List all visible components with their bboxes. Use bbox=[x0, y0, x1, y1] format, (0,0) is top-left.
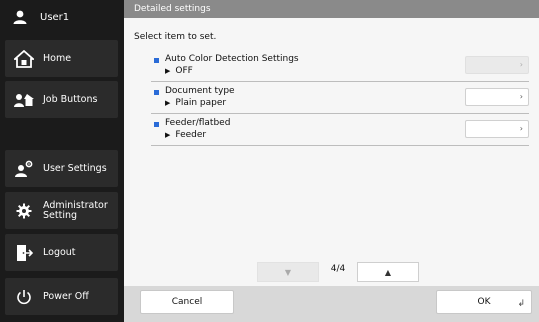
chevron-right-icon: › bbox=[519, 92, 523, 101]
user-icon bbox=[12, 9, 28, 25]
auto-color-detection-select-button[interactable]: › bbox=[465, 56, 529, 74]
item-value: ▶ Plain paper bbox=[165, 98, 226, 108]
instruction-text: Select item to set. bbox=[134, 32, 217, 42]
play-triangle-icon: ▶ bbox=[165, 99, 171, 107]
main-panel: Detailed settings Select item to set. Au… bbox=[124, 0, 539, 322]
cancel-button-label: Cancel bbox=[171, 297, 203, 307]
list-item-feeder-flatbed: Feeder/flatbed ▶ Feeder › bbox=[151, 116, 529, 146]
sidebar-item-label: Logout bbox=[43, 246, 76, 258]
sidebar-item-label: User Settings bbox=[43, 162, 107, 174]
triangle-down-icon: ▼ bbox=[284, 267, 292, 277]
page-title: Detailed settings bbox=[124, 0, 539, 18]
sidebar-item-label: Administrator Setting bbox=[43, 199, 108, 221]
sidebar: User1 Home Job Buttons User Settings Adm… bbox=[0, 0, 124, 322]
item-value: ▶ OFF bbox=[165, 66, 193, 76]
item-value-text: Plain paper bbox=[175, 98, 227, 108]
enter-icon: ↲ bbox=[517, 299, 525, 309]
item-name: Document type bbox=[165, 86, 235, 96]
page-up-button[interactable]: ▲ bbox=[357, 262, 419, 282]
list-item-document-type: Document type ▶ Plain paper › bbox=[151, 84, 529, 114]
sidebar-item-power-off[interactable]: Power Off bbox=[5, 278, 118, 315]
chevron-right-icon: › bbox=[519, 60, 523, 69]
list-item-auto-color-detection: Auto Color Detection Settings ▶ OFF › bbox=[151, 52, 529, 82]
logout-icon bbox=[13, 243, 35, 263]
play-triangle-icon: ▶ bbox=[165, 67, 171, 75]
sidebar-item-home[interactable]: Home bbox=[5, 40, 118, 77]
page-indicator: 4/4 bbox=[330, 264, 346, 274]
bullet-icon bbox=[154, 122, 159, 127]
job-buttons-icon bbox=[13, 90, 35, 110]
sidebar-item-label: Home bbox=[43, 52, 72, 64]
user-info: User1 bbox=[0, 0, 124, 34]
user-name: User1 bbox=[40, 11, 70, 23]
sidebar-item-label: Power Off bbox=[43, 290, 89, 302]
triangle-up-icon: ▲ bbox=[384, 267, 392, 277]
screen: User1 Home Job Buttons User Settings Adm… bbox=[0, 0, 539, 322]
ok-button-label: OK bbox=[477, 297, 491, 307]
sidebar-item-logout[interactable]: Logout bbox=[5, 234, 118, 271]
bullet-icon bbox=[154, 58, 159, 63]
cancel-button[interactable]: Cancel bbox=[140, 290, 234, 314]
sidebar-item-label: Job Buttons bbox=[43, 93, 98, 105]
power-icon bbox=[13, 287, 35, 307]
sidebar-item-label-line2: Setting bbox=[43, 209, 78, 221]
play-triangle-icon: ▶ bbox=[165, 131, 171, 139]
item-name: Auto Color Detection Settings bbox=[165, 54, 299, 64]
sidebar-item-administrator-setting[interactable]: Administrator Setting bbox=[5, 192, 118, 229]
item-value-text: Feeder bbox=[175, 130, 207, 140]
item-value: ▶ Feeder bbox=[165, 130, 206, 140]
page-down-button[interactable]: ▼ bbox=[257, 262, 319, 282]
bullet-icon bbox=[154, 90, 159, 95]
gear-icon bbox=[13, 201, 35, 221]
ok-button[interactable]: OK ↲ bbox=[436, 290, 532, 314]
sidebar-item-label-line1: Administrator bbox=[43, 199, 108, 211]
home-icon bbox=[13, 49, 35, 69]
document-type-select-button[interactable]: › bbox=[465, 88, 529, 106]
feeder-flatbed-select-button[interactable]: › bbox=[465, 120, 529, 138]
item-value-text: OFF bbox=[175, 66, 193, 76]
user-settings-icon bbox=[13, 159, 35, 179]
sidebar-item-user-settings[interactable]: User Settings bbox=[5, 150, 118, 187]
settings-content: Select item to set. Auto Color Detection… bbox=[124, 18, 539, 286]
item-name: Feeder/flatbed bbox=[165, 118, 231, 128]
bottom-bar: Cancel OK ↲ bbox=[124, 286, 539, 322]
chevron-right-icon: › bbox=[519, 124, 523, 133]
sidebar-item-job-buttons[interactable]: Job Buttons bbox=[5, 81, 118, 118]
